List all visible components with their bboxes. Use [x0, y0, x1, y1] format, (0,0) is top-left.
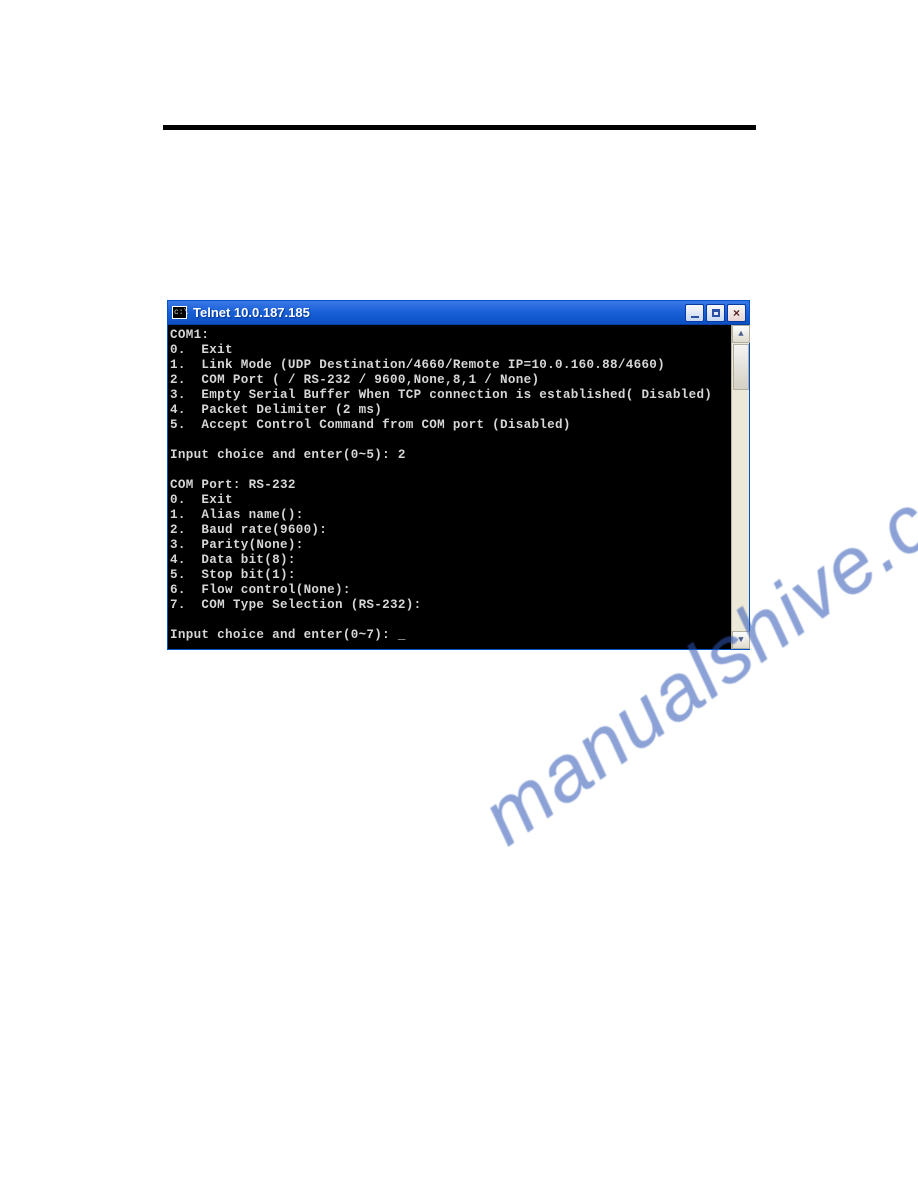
- terminal-line: 5. Accept Control Command from COM port …: [170, 418, 571, 432]
- terminal-line: Input choice and enter(0~7): _: [170, 628, 406, 642]
- maximize-icon: [712, 309, 720, 317]
- terminal-line: 2. COM Port ( / RS-232 / 9600,None,8,1 /…: [170, 373, 539, 387]
- scroll-track[interactable]: [732, 343, 749, 631]
- terminal-line: 3. Parity(None):: [170, 538, 304, 552]
- terminal-line: 1. Link Mode (UDP Destination/4660/Remot…: [170, 358, 665, 372]
- scroll-down-button[interactable]: ▼: [732, 631, 750, 649]
- scroll-up-button[interactable]: ▲: [732, 325, 750, 343]
- terminal-line: COM Port: RS-232: [170, 478, 296, 492]
- telnet-window: c:\ Telnet 10.0.187.185 × COM1: 0. Exit …: [167, 300, 750, 650]
- terminal-line: 1. Alias name():: [170, 508, 304, 522]
- close-icon: ×: [733, 307, 740, 319]
- cmd-icon: c:\: [172, 306, 187, 319]
- terminal-line: 3. Empty Serial Buffer When TCP connecti…: [170, 388, 712, 402]
- window-buttons: ×: [685, 304, 749, 322]
- horizontal-rule: [163, 125, 756, 130]
- terminal-line: 2. Baud rate(9600):: [170, 523, 327, 537]
- minimize-button[interactable]: [685, 304, 704, 322]
- terminal-line: 5. Stop bit(1):: [170, 568, 296, 582]
- document-page: c:\ Telnet 10.0.187.185 × COM1: 0. Exit …: [0, 0, 918, 1188]
- close-button[interactable]: ×: [727, 304, 746, 322]
- window-titlebar[interactable]: c:\ Telnet 10.0.187.185 ×: [168, 301, 749, 325]
- terminal-line: 4. Packet Delimiter (2 ms): [170, 403, 382, 417]
- maximize-button[interactable]: [706, 304, 725, 322]
- window-title: Telnet 10.0.187.185: [193, 305, 685, 320]
- terminal-line: 7. COM Type Selection (RS-232):: [170, 598, 421, 612]
- scroll-thumb[interactable]: [733, 344, 749, 390]
- terminal-line: Input choice and enter(0~5): 2: [170, 448, 406, 462]
- terminal-line: 0. Exit: [170, 343, 233, 357]
- minimize-icon: [691, 316, 699, 318]
- terminal-line: 6. Flow control(None):: [170, 583, 351, 597]
- vertical-scrollbar[interactable]: ▲ ▼: [731, 325, 749, 649]
- terminal-output: COM1: 0. Exit 1. Link Mode (UDP Destinat…: [168, 328, 731, 643]
- terminal-line: COM1:: [170, 328, 209, 342]
- terminal-body[interactable]: COM1: 0. Exit 1. Link Mode (UDP Destinat…: [168, 325, 749, 649]
- cmd-icon-label: c:\: [174, 309, 188, 317]
- terminal-line: 4. Data bit(8):: [170, 553, 296, 567]
- terminal-line: 0. Exit: [170, 493, 233, 507]
